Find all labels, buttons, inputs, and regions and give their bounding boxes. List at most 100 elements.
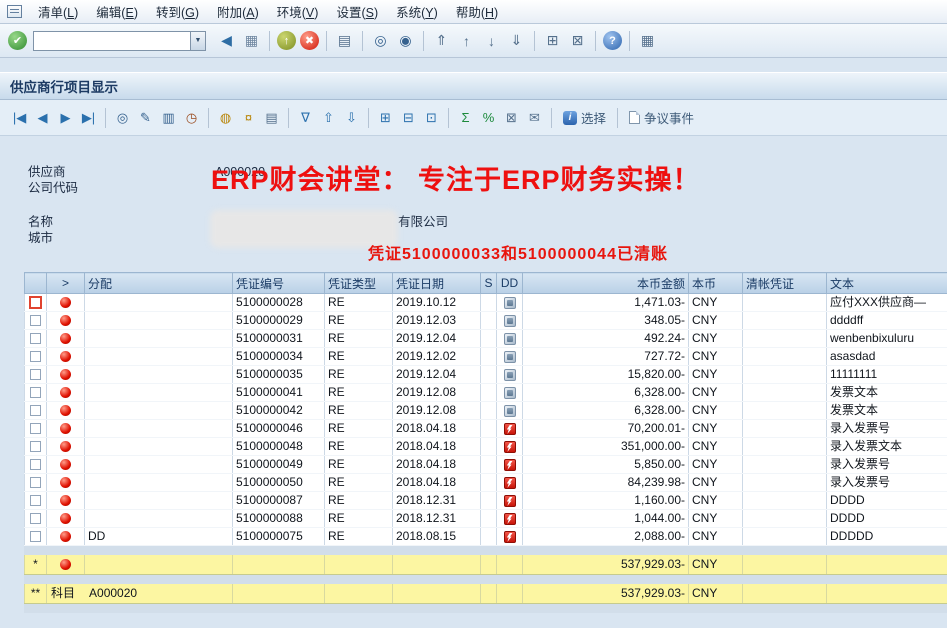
payment-icon[interactable]: ◍ <box>215 107 236 128</box>
sum-icon[interactable]: Σ <box>455 107 476 128</box>
sort-descending-icon[interactable]: ⇩ <box>341 107 362 128</box>
table-row[interactable]: 5100000049RE2018.04.185,850.00-CNY录入发票号 <box>25 456 947 474</box>
menu-item[interactable]: 编辑(E) <box>87 0 147 24</box>
row-checkbox[interactable] <box>30 477 41 488</box>
first-item-icon[interactable]: |◀ <box>9 107 30 128</box>
column-header-s[interactable]: S <box>481 273 497 294</box>
table-row[interactable]: 5100000087RE2018.12.311,160.00-CNYDDDD <box>25 492 947 510</box>
column-header-arrow[interactable]: > <box>47 273 85 294</box>
print-icon[interactable]: ▤ <box>333 29 356 52</box>
table-row[interactable]: 5100000042RE2019.12.086,328.00-CNY发票文本 <box>25 402 947 420</box>
row-checkbox[interactable] <box>30 297 41 308</box>
total-view-icon[interactable]: ⊟ <box>398 107 419 128</box>
table-row[interactable]: 5100000035RE2019.12.0415,820.00-CNY11111… <box>25 366 947 384</box>
row-checkbox[interactable] <box>30 495 41 506</box>
menu-item[interactable]: 环境(V) <box>268 0 328 24</box>
selection-button[interactable]: i选择 <box>557 106 612 129</box>
customize-layout-icon[interactable]: ▦ <box>636 29 659 52</box>
previous-item-icon[interactable]: ◀ <box>32 107 53 128</box>
column-header-dd[interactable]: DD <box>497 273 523 294</box>
row-checkbox[interactable] <box>30 351 41 362</box>
filter-icon[interactable]: ∇ <box>295 107 316 128</box>
find-icon[interactable]: ◎ <box>369 29 392 52</box>
command-field[interactable] <box>33 31 191 51</box>
cell-text: 发票文本 <box>827 384 947 402</box>
mass-change-icon[interactable]: ▥ <box>158 107 179 128</box>
row-checkbox[interactable] <box>30 459 41 470</box>
toolbar-separator <box>368 108 369 128</box>
table-row[interactable]: 5100000034RE2019.12.02727.72-CNYasasdad <box>25 348 947 366</box>
command-field-dropdown-icon[interactable]: ▼ <box>191 31 206 51</box>
next-item-icon[interactable]: ▶ <box>55 107 76 128</box>
cell-amount: 15,820.00- <box>523 366 689 384</box>
row-checkbox[interactable] <box>30 333 41 344</box>
subtotal-icon[interactable]: % <box>478 107 499 128</box>
column-header-doc_date[interactable]: 凭证日期 <box>393 273 481 294</box>
last-page-icon[interactable]: ⇓ <box>505 29 528 52</box>
cell-amount: 348.05- <box>523 312 689 330</box>
row-checkbox[interactable] <box>30 423 41 434</box>
dispute-case-button[interactable]: 争议事件 <box>623 106 700 129</box>
open-item-status-icon <box>60 405 71 416</box>
cell-doc_type: RE <box>325 510 393 528</box>
toolbar-separator <box>534 31 535 51</box>
column-header-text[interactable]: 文本 <box>827 273 947 294</box>
row-checkbox[interactable] <box>30 315 41 326</box>
change-document-icon[interactable]: ✎ <box>135 107 156 128</box>
table-row[interactable]: 5100000046RE2018.04.1870,200.01-CNY录入发票号 <box>25 420 947 438</box>
back-icon[interactable]: ◀ <box>215 29 238 52</box>
column-header-doc_type[interactable]: 凭证类型 <box>325 273 393 294</box>
cell-dd <box>497 456 523 474</box>
document-icon[interactable]: ▤ <box>261 107 282 128</box>
menu-item[interactable]: 系统(Y) <box>387 0 447 24</box>
new-session-icon[interactable]: ⊞ <box>541 29 564 52</box>
row-checkbox[interactable] <box>30 405 41 416</box>
row-checkbox[interactable] <box>30 369 41 380</box>
cell-assignment <box>85 420 233 438</box>
last-item-icon[interactable]: ▶| <box>78 107 99 128</box>
table-row[interactable]: 5100000048RE2018.04.18351,000.00-CNY录入发票… <box>25 438 947 456</box>
create-shortcut-icon[interactable]: ⊠ <box>566 29 589 52</box>
cell-clearing <box>743 366 827 384</box>
dunning-icon[interactable]: ◷ <box>181 107 202 128</box>
exit-icon[interactable]: ↑ <box>277 31 296 50</box>
row-checkbox[interactable] <box>30 531 41 542</box>
row-checkbox[interactable] <box>30 441 41 452</box>
first-page-icon[interactable]: ⇑ <box>430 29 453 52</box>
column-header-doc_no[interactable]: 凭证编号 <box>233 273 325 294</box>
grid-view-icon[interactable]: ⊞ <box>375 107 396 128</box>
column-header-amount[interactable]: 本币金额 <box>523 273 689 294</box>
menu-item[interactable]: 转到(G) <box>147 0 208 24</box>
table-row[interactable]: 5100000088RE2018.12.311,044.00-CNYDDDD <box>25 510 947 528</box>
menu-item[interactable]: 清单(L) <box>29 0 87 24</box>
export-icon[interactable]: ⊠ <box>501 107 522 128</box>
menu-item[interactable]: 帮助(H) <box>447 0 507 24</box>
currency-icon[interactable]: ¤ <box>238 107 259 128</box>
table-row[interactable]: 5100000041RE2019.12.086,328.00-CNY发票文本 <box>25 384 947 402</box>
row-checkbox[interactable] <box>30 513 41 524</box>
row-checkbox[interactable] <box>30 387 41 398</box>
enter-icon[interactable]: ✔ <box>8 31 27 50</box>
choose-detail-icon[interactable]: ◎ <box>112 107 133 128</box>
menu-item[interactable]: 附加(A) <box>208 0 268 24</box>
table-row[interactable]: DD5100000075RE2018.08.152,088.00-CNYDDDD… <box>25 528 947 546</box>
table-row[interactable]: 5100000050RE2018.04.1884,239.98-CNY录入发票号 <box>25 474 947 492</box>
sort-ascending-icon[interactable]: ⇧ <box>318 107 339 128</box>
table-row[interactable]: 5100000028RE2019.10.121,471.03-CNY应付XXX供… <box>25 294 947 312</box>
table-row[interactable]: 5100000031RE2019.12.04492.24-CNYwenbenbi… <box>25 330 947 348</box>
column-header-clearing[interactable]: 清帐凭证 <box>743 273 827 294</box>
cancel-icon[interactable]: ✖ <box>300 31 319 50</box>
save-icon[interactable]: ▦ <box>240 29 263 52</box>
previous-page-icon[interactable]: ↑ <box>455 29 478 52</box>
cell-assignment: DD <box>85 528 233 546</box>
help-icon[interactable]: ? <box>603 31 622 50</box>
table-row[interactable]: 5100000029RE2019.12.03348.05-CNYddddff <box>25 312 947 330</box>
mail-icon[interactable]: ✉ <box>524 107 545 128</box>
column-header-sel[interactable] <box>25 273 47 294</box>
column-header-assignment[interactable]: 分配 <box>85 273 233 294</box>
detail-view-icon[interactable]: ⊡ <box>421 107 442 128</box>
next-page-icon[interactable]: ↓ <box>480 29 503 52</box>
menu-item[interactable]: 设置(S) <box>327 0 387 24</box>
find-next-icon[interactable]: ◉ <box>394 29 417 52</box>
column-header-currency[interactable]: 本币 <box>689 273 743 294</box>
